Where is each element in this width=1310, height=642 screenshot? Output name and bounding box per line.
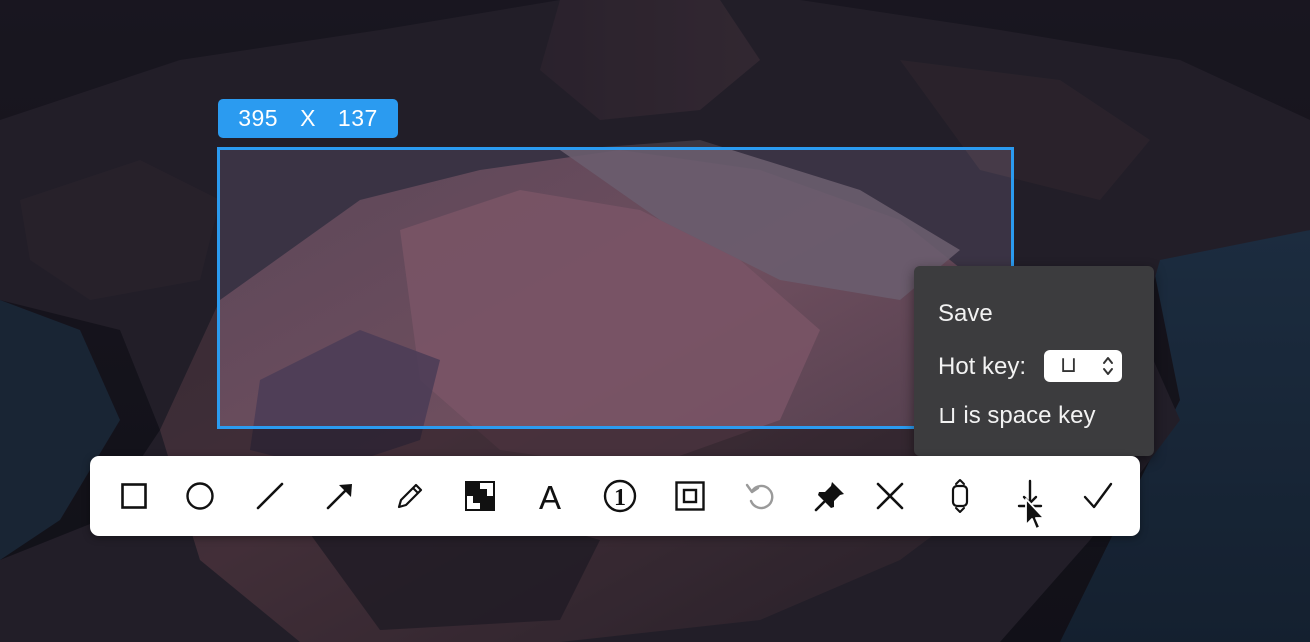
selection-width: 395 — [238, 105, 279, 131]
text-scan-icon — [951, 479, 969, 513]
download-icon — [1017, 479, 1043, 508]
numbered-circle-icon: 1 — [603, 479, 637, 513]
svg-text:A: A — [539, 479, 561, 516]
pin-button[interactable] — [808, 474, 852, 518]
arrow-icon — [326, 484, 352, 510]
capture-selection-area[interactable] — [217, 147, 1014, 429]
selection-size-badge: 395 X 137 — [218, 99, 398, 138]
arrow-tool[interactable] — [318, 474, 362, 518]
undo-button[interactable] — [738, 474, 782, 518]
checkmark-icon — [1083, 482, 1113, 509]
ocr-button[interactable] — [938, 474, 982, 518]
pencil-icon — [397, 483, 423, 509]
selection-size-separator: X — [300, 105, 316, 131]
mosaic-icon — [465, 481, 495, 511]
pencil-tool[interactable] — [388, 474, 432, 518]
save-button[interactable] — [1008, 474, 1052, 518]
save-popover: Save Hot key: ⊔ ⊔ is space key — [914, 266, 1154, 456]
close-icon — [876, 482, 904, 510]
ellipse-tool[interactable] — [178, 474, 222, 518]
line-tool[interactable] — [248, 474, 292, 518]
hotkey-label: Hot key: — [938, 353, 1027, 380]
circle-icon — [186, 482, 214, 510]
border-tool[interactable] — [668, 474, 712, 518]
undo-icon — [745, 483, 774, 510]
confirm-button[interactable] — [1076, 474, 1120, 518]
hotkey-selected-value: ⊔ — [1060, 352, 1078, 377]
mosaic-tool[interactable] — [458, 474, 502, 518]
text-icon: A — [539, 479, 561, 516]
svg-text:1: 1 — [614, 485, 626, 511]
space-key-note: ⊔ is space key — [938, 402, 1096, 429]
rectangle-tool[interactable] — [112, 474, 156, 518]
hotkey-select[interactable]: ⊔ — [1044, 350, 1122, 382]
square-icon — [121, 483, 147, 509]
cancel-button[interactable] — [868, 474, 912, 518]
save-popover-title: Save — [938, 300, 993, 327]
annotation-toolbar: A 1 — [90, 456, 1140, 536]
selection-height: 137 — [337, 105, 378, 131]
number-tool[interactable]: 1 — [598, 474, 642, 518]
up-down-chevron-icon — [1103, 357, 1113, 375]
pushpin-icon — [814, 482, 844, 512]
nested-square-icon — [675, 481, 705, 511]
line-icon — [256, 482, 284, 510]
screen-capture-overlay: 395 X 137 Save Hot key: ⊔ ⊔ is space key — [0, 0, 1310, 642]
text-tool[interactable]: A — [528, 474, 572, 518]
